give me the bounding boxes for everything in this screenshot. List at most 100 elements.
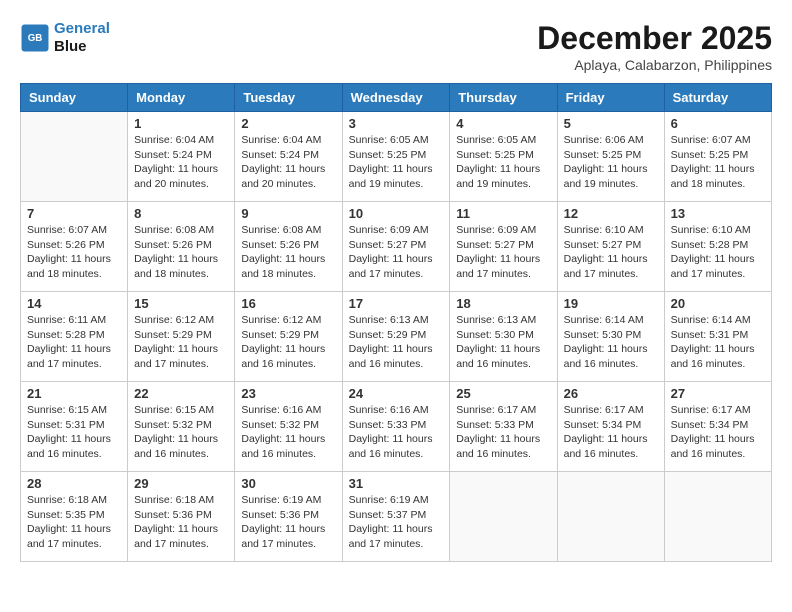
calendar-cell: 9 Sunrise: 6:08 AM Sunset: 5:26 PM Daylig… [235,202,342,292]
calendar-cell: 25 Sunrise: 6:17 AM Sunset: 5:33 PM Dayli… [450,382,557,472]
day-info: Sunrise: 6:06 AM Sunset: 5:25 PM Dayligh… [564,133,658,192]
calendar-cell: 16 Sunrise: 6:12 AM Sunset: 5:29 PM Dayli… [235,292,342,382]
calendar-cell: 8Sunrise: 6:08 AM Sunset: 5:26 PM Daylig… [128,202,235,292]
day-number: 13 [671,206,765,221]
week-row-2: 7 Sunrise: 6:07 AM Sunset: 5:26 PM Daylig… [21,202,772,292]
calendar-cell: 1 Sunrise: 6:04 AM Sunset: 5:24 PM Daylig… [128,112,235,202]
day-info: Sunrise: 6:12 AM Sunset: 5:29 PM Dayligh… [241,313,335,372]
day-info: Sunrise: 6:18 AM Sunset: 5:36 PM Dayligh… [134,493,228,552]
week-row-3: 14 Sunrise: 6:11 AM Sunset: 5:28 PM Dayli… [21,292,772,382]
day-info: Sunrise: 6:14 AM Sunset: 5:30 PM Dayligh… [564,313,658,372]
day-number: 6 [671,116,765,131]
calendar-cell: 2 Sunrise: 6:04 AM Sunset: 5:24 PM Daylig… [235,112,342,202]
weekday-header-tuesday: Tuesday [235,84,342,112]
day-info: Sunrise: 6:19 AM Sunset: 5:36 PM Dayligh… [241,493,335,552]
weekday-header-friday: Friday [557,84,664,112]
month-title: December 2025 [537,20,772,57]
day-number: 1 [134,116,228,131]
calendar-cell: 30Sunrise: 6:19 AM Sunset: 5:36 PM Dayli… [235,472,342,562]
day-number: 24 [349,386,444,401]
day-info: Sunrise: 6:05 AM Sunset: 5:25 PM Dayligh… [456,133,550,192]
day-number: 19 [564,296,658,311]
day-number: 15 [134,296,228,311]
calendar-cell: 13 Sunrise: 6:10 AM Sunset: 5:28 PM Dayli… [664,202,771,292]
calendar-cell: 15Sunrise: 6:12 AM Sunset: 5:29 PM Dayli… [128,292,235,382]
day-number: 16 [241,296,335,311]
day-number: 26 [564,386,658,401]
calendar-cell [21,112,128,202]
day-number: 21 [27,386,121,401]
weekday-header-saturday: Saturday [664,84,771,112]
day-info: Sunrise: 6:07 AM Sunset: 5:26 PM Dayligh… [27,223,121,282]
calendar-cell: 26 Sunrise: 6:17 AM Sunset: 5:34 PM Dayli… [557,382,664,472]
calendar-cell: 31 Sunrise: 6:19 AM Sunset: 5:37 PM Dayli… [342,472,450,562]
day-number: 31 [349,476,444,491]
calendar-cell: 17Sunrise: 6:13 AM Sunset: 5:29 PM Dayli… [342,292,450,382]
day-info: Sunrise: 6:16 AM Sunset: 5:33 PM Dayligh… [349,403,444,462]
logo: GB General Blue [20,20,110,56]
week-row-4: 21 Sunrise: 6:15 AM Sunset: 5:31 PM Dayli… [21,382,772,472]
calendar-cell: 18Sunrise: 6:13 AM Sunset: 5:30 PM Dayli… [450,292,557,382]
week-row-5: 28 Sunrise: 6:18 AM Sunset: 5:35 PM Dayli… [21,472,772,562]
day-number: 23 [241,386,335,401]
day-info: Sunrise: 6:04 AM Sunset: 5:24 PM Dayligh… [241,133,335,192]
page-header: GB General Blue December 2025 Aplaya, Ca… [20,20,772,73]
calendar-cell: 10Sunrise: 6:09 AM Sunset: 5:27 PM Dayli… [342,202,450,292]
day-info: Sunrise: 6:14 AM Sunset: 5:31 PM Dayligh… [671,313,765,372]
day-info: Sunrise: 6:15 AM Sunset: 5:31 PM Dayligh… [27,403,121,462]
day-info: Sunrise: 6:09 AM Sunset: 5:27 PM Dayligh… [456,223,550,282]
svg-text:GB: GB [28,33,43,44]
calendar-cell: 7 Sunrise: 6:07 AM Sunset: 5:26 PM Daylig… [21,202,128,292]
calendar-cell: 28 Sunrise: 6:18 AM Sunset: 5:35 PM Dayli… [21,472,128,562]
day-number: 7 [27,206,121,221]
logo-general: General [54,20,110,37]
day-info: Sunrise: 6:17 AM Sunset: 5:34 PM Dayligh… [564,403,658,462]
calendar-cell: 12 Sunrise: 6:10 AM Sunset: 5:27 PM Dayli… [557,202,664,292]
calendar-cell: 19 Sunrise: 6:14 AM Sunset: 5:30 PM Dayli… [557,292,664,382]
calendar-cell: 6 Sunrise: 6:07 AM Sunset: 5:25 PM Daylig… [664,112,771,202]
day-number: 25 [456,386,550,401]
location-title: Aplaya, Calabarzon, Philippines [537,57,772,73]
day-info: Sunrise: 6:08 AM Sunset: 5:26 PM Dayligh… [134,223,228,282]
logo-blue: Blue [54,38,110,56]
day-number: 9 [241,206,335,221]
day-info: Sunrise: 6:04 AM Sunset: 5:24 PM Dayligh… [134,133,228,192]
weekday-header-row: SundayMondayTuesdayWednesdayThursdayFrid… [21,84,772,112]
day-info: Sunrise: 6:18 AM Sunset: 5:35 PM Dayligh… [27,493,121,552]
calendar-cell: 14 Sunrise: 6:11 AM Sunset: 5:28 PM Dayli… [21,292,128,382]
calendar-cell: 21 Sunrise: 6:15 AM Sunset: 5:31 PM Dayli… [21,382,128,472]
day-info: Sunrise: 6:05 AM Sunset: 5:25 PM Dayligh… [349,133,444,192]
day-info: Sunrise: 6:13 AM Sunset: 5:29 PM Dayligh… [349,313,444,372]
calendar-cell: 29 Sunrise: 6:18 AM Sunset: 5:36 PM Dayli… [128,472,235,562]
day-info: Sunrise: 6:19 AM Sunset: 5:37 PM Dayligh… [349,493,444,552]
day-info: Sunrise: 6:17 AM Sunset: 5:34 PM Dayligh… [671,403,765,462]
weekday-header-wednesday: Wednesday [342,84,450,112]
day-info: Sunrise: 6:10 AM Sunset: 5:27 PM Dayligh… [564,223,658,282]
day-info: Sunrise: 6:08 AM Sunset: 5:26 PM Dayligh… [241,223,335,282]
day-number: 27 [671,386,765,401]
day-info: Sunrise: 6:11 AM Sunset: 5:28 PM Dayligh… [27,313,121,372]
day-info: Sunrise: 6:15 AM Sunset: 5:32 PM Dayligh… [134,403,228,462]
logo-icon: GB [20,23,50,53]
calendar-cell: 20 Sunrise: 6:14 AM Sunset: 5:31 PM Dayli… [664,292,771,382]
day-number: 14 [27,296,121,311]
calendar-cell: 11 Sunrise: 6:09 AM Sunset: 5:27 PM Dayli… [450,202,557,292]
day-number: 5 [564,116,658,131]
calendar-cell: 4Sunrise: 6:05 AM Sunset: 5:25 PM Daylig… [450,112,557,202]
day-number: 12 [564,206,658,221]
day-info: Sunrise: 6:10 AM Sunset: 5:28 PM Dayligh… [671,223,765,282]
day-info: Sunrise: 6:09 AM Sunset: 5:27 PM Dayligh… [349,223,444,282]
day-number: 11 [456,206,550,221]
day-number: 2 [241,116,335,131]
calendar-cell: 22Sunrise: 6:15 AM Sunset: 5:32 PM Dayli… [128,382,235,472]
weekday-header-monday: Monday [128,84,235,112]
weekday-header-sunday: Sunday [21,84,128,112]
day-info: Sunrise: 6:07 AM Sunset: 5:25 PM Dayligh… [671,133,765,192]
day-number: 29 [134,476,228,491]
day-info: Sunrise: 6:17 AM Sunset: 5:33 PM Dayligh… [456,403,550,462]
calendar-cell [664,472,771,562]
calendar-cell: 23Sunrise: 6:16 AM Sunset: 5:32 PM Dayli… [235,382,342,472]
day-number: 20 [671,296,765,311]
calendar-cell [450,472,557,562]
day-number: 28 [27,476,121,491]
